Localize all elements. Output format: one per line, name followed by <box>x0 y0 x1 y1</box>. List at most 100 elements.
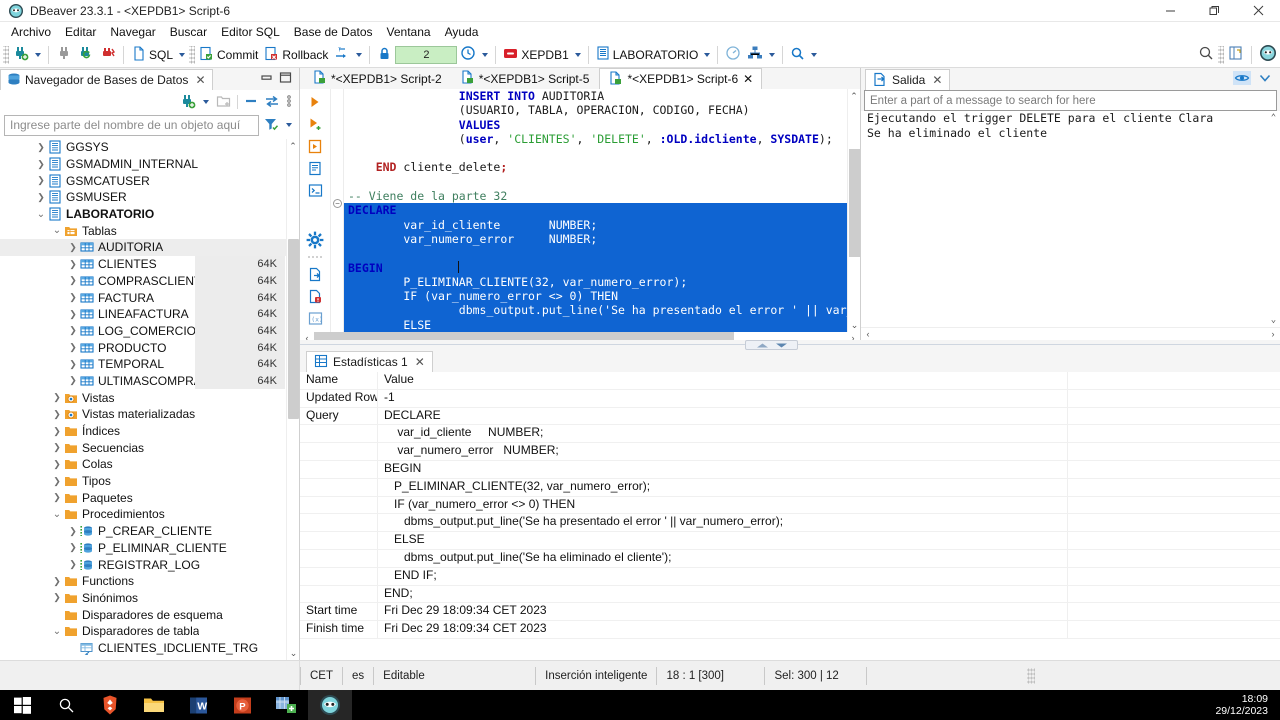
tree-item-gsmcatuser[interactable]: ❯ GSMCATUSER <box>0 172 299 189</box>
code-line[interactable] <box>344 146 847 160</box>
user-avatar-button[interactable] <box>1256 44 1280 66</box>
export-data-icon[interactable] <box>306 265 324 283</box>
chevron-right-icon[interactable]: ❯ <box>68 325 78 336</box>
statistics-name-cell[interactable] <box>300 478 378 496</box>
statistics-value-cell[interactable]: var_id_cliente NUMBER; <box>378 425 1068 443</box>
menu-ventana[interactable]: Ventana <box>380 23 438 41</box>
statistics-name-cell[interactable] <box>300 549 378 567</box>
statistics-value-cell[interactable]: -1 <box>378 389 1068 407</box>
statistics-name-cell[interactable] <box>300 496 378 514</box>
table-row[interactable]: dbms_output.put_line('Se ha eliminado el… <box>300 549 1280 568</box>
menu-editar[interactable]: Editar <box>58 23 103 41</box>
chevron-right-icon[interactable]: ❯ <box>52 459 62 469</box>
output-scroll-up-icon[interactable]: ⌃ <box>1267 111 1280 125</box>
code-line[interactable]: dbms_output.put_line('Se ha presentado e… <box>344 303 847 318</box>
tree-item-disparadores-de-esquema[interactable]: Disparadores de esquema <box>0 606 299 623</box>
chevron-right-icon[interactable]: ❯ <box>68 259 78 269</box>
code-line[interactable] <box>344 175 847 189</box>
chevron-right-icon[interactable]: ❯ <box>68 242 78 252</box>
menu-editor-sql[interactable]: Editor SQL <box>214 23 287 41</box>
tree-item-registrar-log[interactable]: ❯ REGISTRAR_LOG <box>0 556 299 573</box>
toolbar-grip[interactable] <box>3 45 9 64</box>
statistics-value-cell[interactable]: END IF; <box>378 567 1068 585</box>
table-row[interactable]: Updated Rows -1 <box>300 389 1280 408</box>
tree-item-gsmuser[interactable]: ❯ GSMUSER <box>0 189 299 206</box>
taskbar-search-button[interactable] <box>44 690 88 720</box>
connection-caret-icon[interactable] <box>574 52 581 57</box>
new-connection-caret-icon[interactable] <box>35 52 41 57</box>
code-line[interactable]: P_ELIMINAR_CLIENTE(32, var_numero_error)… <box>344 274 847 290</box>
taskbar-word-button[interactable]: W <box>176 690 220 720</box>
auto-commit-lock-button[interactable] <box>374 44 395 66</box>
tree-item-vistas-materializadas[interactable]: ❯ Vistas materializadas <box>0 406 299 423</box>
code-line[interactable]: INSERT INTO AUDITORIA <box>344 89 847 103</box>
statistics-value-cell[interactable]: DECLARE <box>378 407 1068 425</box>
statistics-value-cell[interactable]: Fri Dec 29 18:09:34 CET 2023 <box>378 621 1068 638</box>
statistics-name-cell[interactable] <box>300 460 378 478</box>
scroll-up-icon[interactable]: ⌃ <box>287 139 299 153</box>
code-line[interactable]: (USUARIO, TABLA, OPERACION, CODIGO, FECH… <box>344 103 847 117</box>
statistics-value-cell[interactable]: BEGIN <box>378 460 1068 478</box>
tree-item-ggsys[interactable]: ❯ GGSYS <box>0 139 299 156</box>
output-search-input[interactable] <box>864 90 1277 111</box>
tree-item-lineafactura[interactable]: ❯ LINEAFACTURA 64K <box>0 305 299 323</box>
collapse-all-icon[interactable] <box>243 93 259 112</box>
rollback-button[interactable]: Rollback <box>261 44 331 66</box>
sql-code-area[interactable]: INSERT INTO AUDITORIA (USUARIO, TABLA, O… <box>344 89 847 333</box>
chevron-right-icon[interactable]: ❯ <box>52 576 62 586</box>
new-connection-nav-icon[interactable] <box>180 93 196 112</box>
dashboard-button[interactable] <box>722 44 744 66</box>
column-header-value[interactable]: Value <box>378 372 1068 389</box>
chevron-right-icon[interactable]: ❯ <box>52 592 62 603</box>
taskbar-app-button[interactable] <box>264 690 308 720</box>
editor-vertical-scrollbar[interactable]: ⌃ ⌄ <box>847 89 860 333</box>
chevron-right-icon[interactable]: ❯ <box>52 409 62 419</box>
tree-item-tipos[interactable]: ❯ Tipos <box>0 473 299 490</box>
variables-icon[interactable]: (x) <box>306 309 324 327</box>
new-sql-editor-button[interactable]: SQL <box>128 44 176 66</box>
execute-console-icon[interactable] <box>306 181 324 199</box>
toolbar-grip-3[interactable] <box>1218 45 1224 64</box>
statistics-name-cell[interactable] <box>300 567 378 585</box>
chevron-right-icon[interactable]: ❯ <box>52 492 62 503</box>
chevron-right-icon[interactable]: ❯ <box>68 342 78 353</box>
tree-item-ultimascompras[interactable]: ❯ ULTIMASCOMPRAS 64K <box>0 372 299 390</box>
code-line[interactable]: DECLARE <box>344 203 847 218</box>
chevron-right-icon[interactable]: ❯ <box>68 292 78 303</box>
output-scroll-down-icon[interactable]: ⌄ <box>1267 313 1280 327</box>
new-connection-button[interactable] <box>10 44 32 66</box>
chevron-down-icon[interactable]: ⌄ <box>52 225 62 236</box>
transaction-mode-button[interactable]: T <box>331 44 353 66</box>
output-log-area[interactable]: Ejecutando el trigger DELETE para el cli… <box>861 111 1280 327</box>
statistics-name-cell[interactable] <box>300 425 378 443</box>
tree-item-laboratorio[interactable]: ⌄ LABORATORIO <box>0 206 299 223</box>
fold-collapse-icon[interactable]: − <box>333 199 342 208</box>
tree-item-p-crear-cliente[interactable]: ❯ P_CREAR_CLIENTE <box>0 523 299 540</box>
menu-base-de-datos[interactable]: Base de Datos <box>287 23 380 41</box>
tree-item-auditoria[interactable]: ❯ AUDITORIA <box>0 239 299 256</box>
tab-script-2[interactable]: *<XEPDB1> Script-2 <box>304 68 450 89</box>
start-button[interactable] <box>0 690 44 720</box>
statistics-name-cell[interactable]: Start time <box>300 603 378 621</box>
chevron-down-icon[interactable]: ⌄ <box>52 509 62 520</box>
chevron-down-icon[interactable]: ⌄ <box>36 209 46 220</box>
transaction-log-caret-icon[interactable] <box>482 52 489 57</box>
statistics-value-cell[interactable]: P_ELIMINAR_CLIENTE(32, var_numero_error)… <box>378 478 1068 496</box>
statistics-name-cell[interactable]: Finish time <box>300 621 378 638</box>
tree-item-procedimientos[interactable]: ⌄ Procedimientos <box>0 506 299 523</box>
editor-folding-strip[interactable]: − <box>330 89 344 333</box>
table-row[interactable]: P_ELIMINAR_CLIENTE(32, var_numero_error)… <box>300 478 1280 497</box>
statistics-name-cell[interactable] <box>300 514 378 532</box>
output-scroll-right-icon[interactable]: › <box>1266 329 1280 339</box>
tree-item-vistas[interactable]: ❯ Vistas <box>0 389 299 406</box>
editor-scroll-thumb[interactable] <box>849 149 860 257</box>
tree-item-producto[interactable]: ❯ PRODUCTO 64K <box>0 339 299 356</box>
perspective-button[interactable] <box>1225 44 1247 66</box>
tree-item-sin-nimos[interactable]: ❯ Sinónimos <box>0 590 299 607</box>
tree-item-tablas[interactable]: ⌄ Tablas <box>0 222 299 239</box>
taskbar-dbeaver-button[interactable] <box>308 690 352 720</box>
output-vertical-scrollbar[interactable]: ⌃ ⌄ <box>1267 111 1280 327</box>
table-row[interactable]: Query DECLARE <box>300 407 1280 426</box>
tree-item-p-eliminar-cliente[interactable]: ❯ P_ELIMINAR_CLIENTE <box>0 540 299 557</box>
chevron-down-icon[interactable]: ⌄ <box>52 626 62 637</box>
